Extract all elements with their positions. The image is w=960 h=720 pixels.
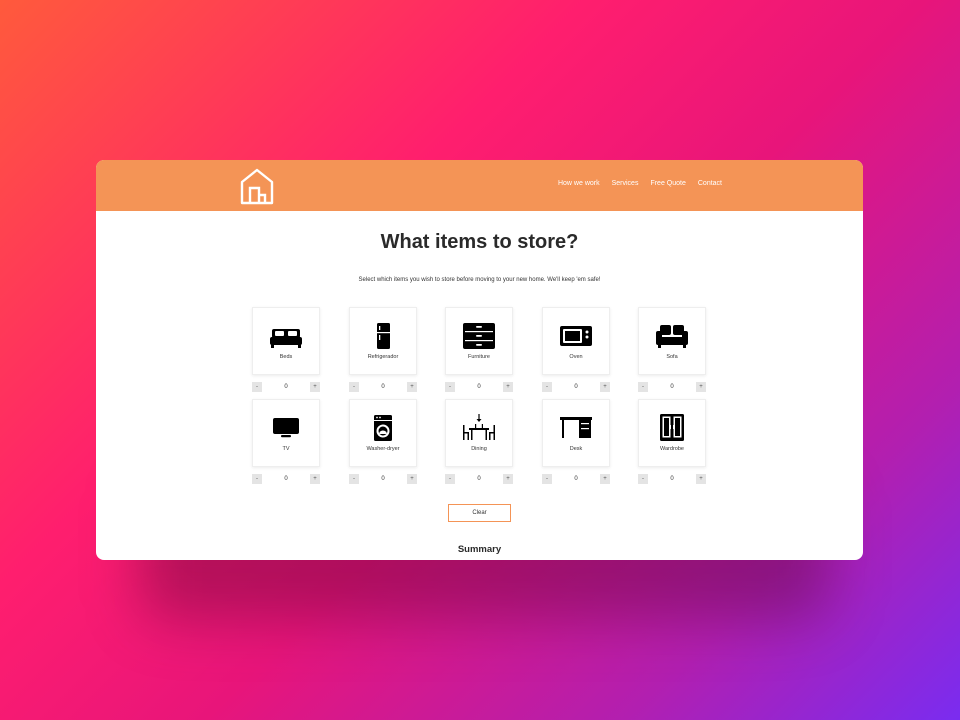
increment-button[interactable]: + [310,382,320,392]
sofa-icon [656,325,688,348]
item-label: Wardrobe [660,446,684,452]
quantity-value: 0 [670,476,674,482]
nav-free-quote[interactable]: Free Quote [650,180,685,187]
decrement-button[interactable]: - [638,474,648,484]
decrement-button[interactable]: - [252,382,262,392]
site-header: How we work Services Free Quote Contact [96,160,863,211]
item-card-wardrobe[interactable]: Wardrobe [638,399,706,467]
dining-icon [463,414,495,440]
washer-icon [374,415,392,441]
quantity-value: 0 [477,476,481,482]
bed-icon [270,329,302,348]
quantity-value: 0 [381,384,385,390]
quantity-stepper-furniture: - 0 + [445,382,513,392]
wardrobe-icon [660,414,684,441]
quantity-value: 0 [574,384,578,390]
quantity-value: 0 [284,384,288,390]
increment-button[interactable]: + [407,382,417,392]
quantity-stepper-tv: - 0 + [252,474,320,484]
item-label: Desk [569,446,583,452]
decrement-button[interactable]: - [542,474,552,484]
increment-button[interactable]: + [696,474,706,484]
page-title: What items to store? [380,231,579,253]
main-nav: How we work Services Free Quote Contact [558,180,722,187]
increment-button[interactable]: + [407,474,417,484]
dresser-icon [463,323,495,349]
item-label: Dining [471,446,487,452]
decrement-button[interactable]: - [542,382,552,392]
item-label: Sofa [666,354,678,360]
quantity-stepper-dining: - 0 + [445,474,513,484]
decrement-button[interactable]: - [445,474,455,484]
house-logo-icon[interactable] [239,167,275,205]
increment-button[interactable]: + [503,474,513,484]
item-card-desk[interactable]: Desk [542,399,610,467]
nav-how-we-work[interactable]: How we work [558,180,600,187]
increment-button[interactable]: + [503,382,513,392]
decrement-button[interactable]: - [349,382,359,392]
increment-button[interactable]: + [600,474,610,484]
item-label: Washer-dryer [366,446,400,452]
summary-heading: Summary [457,544,502,555]
nav-services[interactable]: Services [612,180,639,187]
nav-contact[interactable]: Contact [698,180,722,187]
item-label: TV [282,446,290,452]
quantity-value: 0 [284,476,288,482]
item-card-refrigerador[interactable]: Refrigerador [349,307,417,375]
quantity-value: 0 [477,384,481,390]
quantity-value: 0 [574,476,578,482]
item-card-washer-dryer[interactable]: Washer-dryer [349,399,417,467]
page-subtitle: Select which items you wish to store bef… [358,277,601,283]
decrement-button[interactable]: - [445,382,455,392]
increment-button[interactable]: + [310,474,320,484]
desk-icon [560,417,592,438]
item-label: Refrigerador [367,354,399,360]
quantity-stepper-beds: - 0 + [252,382,320,392]
decrement-button[interactable]: - [638,382,648,392]
item-label: Oven [569,354,583,360]
quantity-value: 0 [381,476,385,482]
quantity-stepper-wardrobe: - 0 + [638,474,706,484]
tv-icon [273,418,299,438]
item-card-tv[interactable]: TV [252,399,320,467]
microwave-icon [560,326,592,346]
clear-button[interactable]: Clear [448,504,511,522]
browser-window: How we work Services Free Quote Contact … [96,160,863,560]
item-label: Furniture [467,354,490,360]
item-card-sofa[interactable]: Sofa [638,307,706,375]
decrement-button[interactable]: - [349,474,359,484]
quantity-value: 0 [670,384,674,390]
decrement-button[interactable]: - [252,474,262,484]
item-card-beds[interactable]: Beds [252,307,320,375]
item-card-furniture[interactable]: Furniture [445,307,513,375]
quantity-stepper-oven: - 0 + [542,382,610,392]
item-card-dining[interactable]: Dining [445,399,513,467]
increment-button[interactable]: + [600,382,610,392]
increment-button[interactable]: + [696,382,706,392]
item-card-oven[interactable]: Oven [542,307,610,375]
quantity-stepper-sofa: - 0 + [638,382,706,392]
quantity-stepper-refrigerador: - 0 + [349,382,417,392]
item-label: Beds [279,354,293,360]
quantity-stepper-washer-dryer: - 0 + [349,474,417,484]
quantity-stepper-desk: - 0 + [542,474,610,484]
fridge-icon [377,323,390,349]
